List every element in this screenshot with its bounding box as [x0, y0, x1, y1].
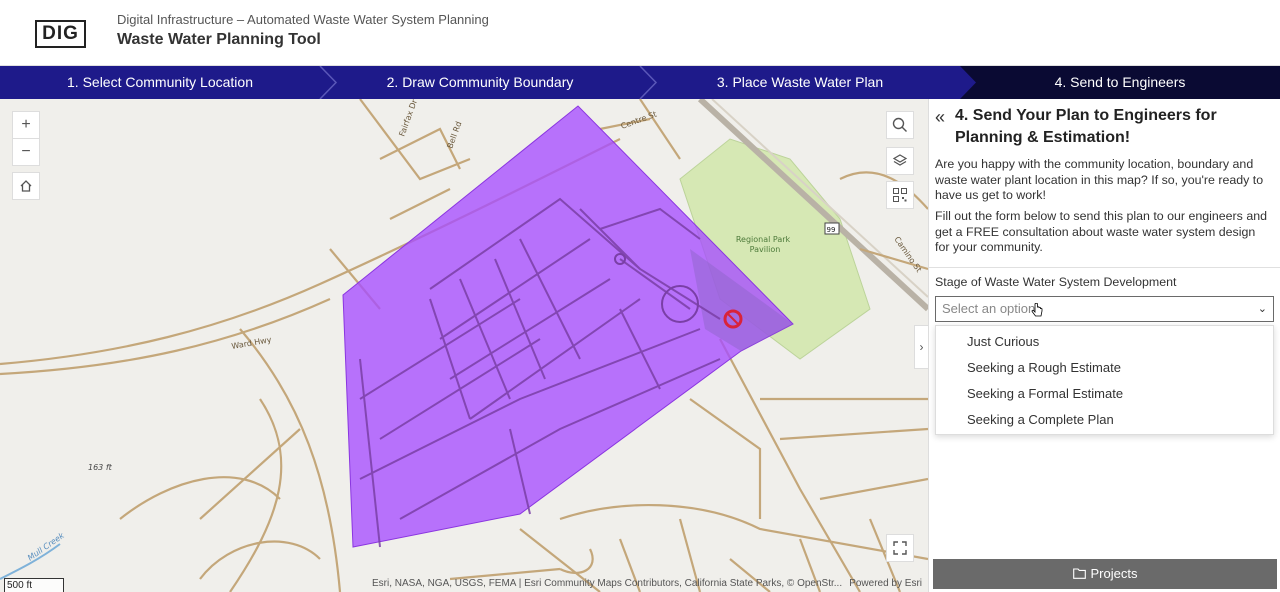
fullscreen-icon — [893, 541, 907, 555]
chevron-right-icon: › — [919, 340, 924, 354]
chevron-down-icon: ⌄ — [1257, 303, 1267, 315]
street-label-fairfax: Fairfax Dr — [397, 99, 419, 138]
layers-icon — [892, 154, 908, 166]
panel-divider — [929, 267, 1280, 268]
map-attribution[interactable]: Esri, NASA, NGA, USGS, FEMA | Esri Commu… — [372, 576, 842, 592]
layers-button[interactable] — [886, 147, 914, 175]
option-complete-plan[interactable]: Seeking a Complete Plan — [936, 407, 1273, 433]
map-view[interactable]: 99 Regional Park Pavilion 163 ft Mull Cr… — [0, 99, 928, 592]
qr-code-button[interactable] — [886, 181, 914, 209]
street-label-bell: Bell Rd — [445, 120, 463, 149]
app-subtitle: Digital Infrastructure – Automated Waste… — [117, 12, 489, 27]
option-formal-estimate[interactable]: Seeking a Formal Estimate — [936, 381, 1273, 407]
street-label-ward: Ward Hwy — [231, 335, 273, 351]
fullscreen-button[interactable] — [886, 534, 914, 562]
stage-dropdown-menu: Just Curious Seeking a Rough Estimate Se… — [935, 325, 1274, 435]
dig-logo[interactable]: DIG — [35, 20, 86, 48]
park-label: Regional Park — [736, 235, 791, 244]
elevation-label: 163 ft — [88, 463, 113, 472]
step-draw-boundary[interactable]: 2. Draw Community Boundary — [320, 66, 640, 99]
stage-select-placeholder: Select an option — [942, 301, 1036, 316]
app-title: Waste Water Planning Tool — [117, 31, 321, 48]
home-icon — [20, 180, 32, 192]
mouse-cursor-icon — [1031, 302, 1043, 322]
option-rough-estimate[interactable]: Seeking a Rough Estimate — [936, 355, 1273, 381]
route-shield-label: 99 — [827, 226, 836, 234]
step-separator-icon — [958, 66, 976, 99]
step-send-engineers[interactable]: 4. Send to Engineers — [960, 66, 1280, 99]
zoom-out-button[interactable]: − — [12, 138, 40, 166]
stage-field-label: Stage of Waste Water System Development — [935, 275, 1177, 289]
panel-collapse-toggle[interactable]: › — [914, 325, 928, 369]
folder-icon — [1072, 568, 1086, 579]
basemap: 99 Regional Park Pavilion 163 ft Mull Cr… — [0, 99, 928, 592]
form-instructions: Fill out the form below to send this pla… — [935, 209, 1267, 254]
zoom-in-button[interactable]: + — [12, 111, 40, 139]
send-to-engineers-panel: « 4. Send Your Plan to Engineers for Pla… — [928, 99, 1280, 592]
workflow-stepper: 1. Select Community Location 2. Draw Com… — [0, 66, 1280, 99]
panel-title: 4. Send Your Plan to Engineers for Plann… — [955, 107, 1217, 146]
stage-select[interactable]: Select an option ⌄ — [935, 296, 1274, 322]
projects-button-label: Projects — [1090, 566, 1138, 581]
qr-code-icon — [893, 188, 907, 202]
home-button[interactable] — [12, 172, 40, 200]
projects-button[interactable]: Projects — [933, 559, 1277, 589]
scale-bar: 500 ft — [4, 578, 64, 592]
search-icon — [892, 117, 907, 132]
creek-label: Mull Creek — [26, 531, 66, 563]
powered-by-esri[interactable]: Powered by Esri — [849, 576, 922, 592]
street-label-centre: Centre St — [620, 110, 658, 131]
search-button[interactable] — [886, 111, 914, 139]
option-just-curious[interactable]: Just Curious — [936, 329, 1273, 355]
pavilion-label: Pavilion — [750, 245, 781, 254]
intro-paragraph: Are you happy with the community locatio… — [935, 157, 1264, 202]
step-place-plan[interactable]: 3. Place Waste Water Plan — [640, 66, 960, 99]
app-header: DIG Digital Infrastructure – Automated W… — [0, 0, 1280, 66]
double-chevron-left-icon[interactable]: « — [935, 107, 945, 128]
step-select-location[interactable]: 1. Select Community Location — [0, 66, 320, 99]
